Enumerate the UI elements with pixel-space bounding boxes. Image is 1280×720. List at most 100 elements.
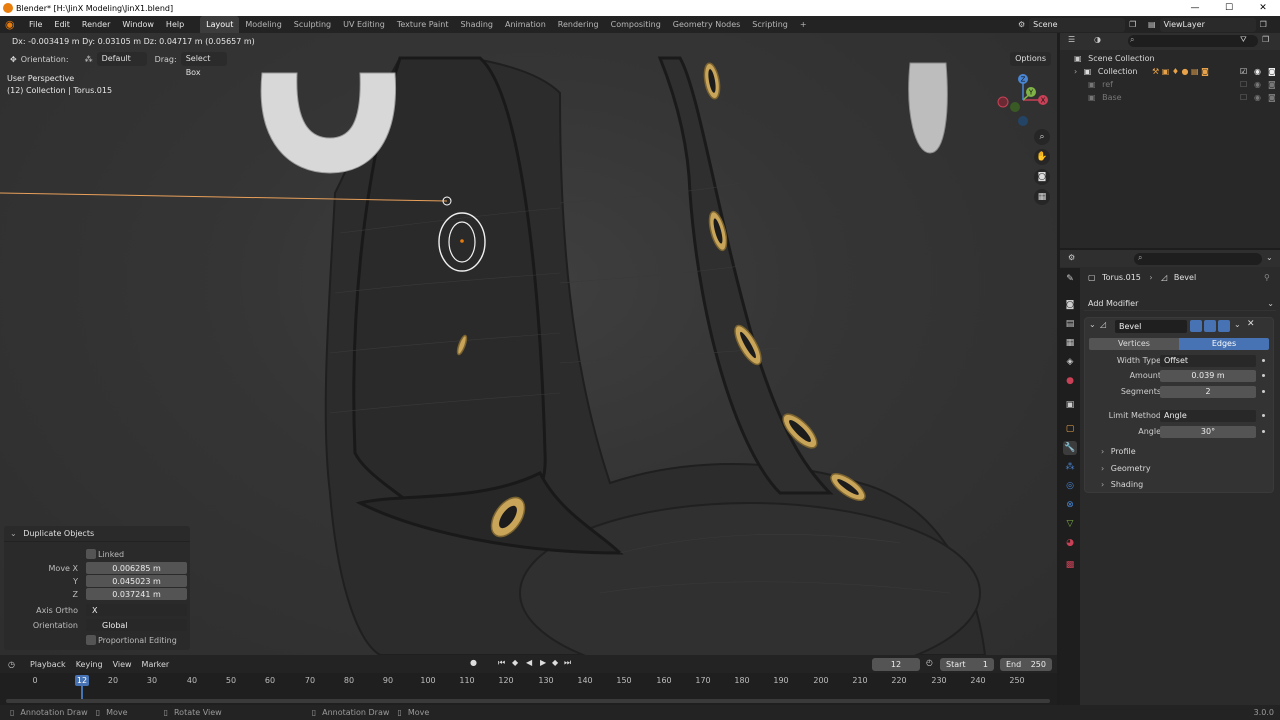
new-view-layer-icon[interactable]: ❐ <box>1260 20 1267 29</box>
grid-perspective-icon[interactable]: ▦ <box>1034 189 1050 205</box>
menu-help[interactable]: Help <box>160 16 190 33</box>
scene-selector[interactable]: ⚙ Scene ❐ <box>1018 17 1142 32</box>
visibility-eye-icon[interactable]: ◉ <box>1254 78 1261 91</box>
maximize-button[interactable]: ☐ <box>1212 0 1246 16</box>
axis-ortho-dropdown[interactable]: X <box>86 604 187 616</box>
prev-keyframe-icon[interactable]: ◆ <box>512 658 518 667</box>
navigation-gizmo[interactable]: X Y Z <box>995 71 1053 129</box>
keyframe-dot-icon[interactable] <box>1262 359 1265 362</box>
current-frame-field[interactable]: 12 <box>872 658 920 671</box>
scene-name[interactable]: Scene <box>1029 17 1126 32</box>
edit-mode-toggle-icon[interactable] <box>1190 320 1202 332</box>
timeline-editor-icon[interactable]: ◷ <box>8 660 15 669</box>
play-reverse-icon[interactable]: ◀ <box>526 658 532 667</box>
redo-panel-header[interactable]: ⌄ Duplicate Objects <box>4 526 190 542</box>
tab-sculpting[interactable]: Sculpting <box>288 16 337 33</box>
render-camera-icon[interactable]: ◙ <box>1268 78 1276 91</box>
collection-checkbox[interactable]: ☑ <box>1240 65 1247 78</box>
camera-icon[interactable]: ◙ <box>1034 169 1050 185</box>
menu-view[interactable]: View <box>108 660 137 669</box>
subpanel-profile[interactable]: › Profile <box>1101 447 1136 456</box>
affect-vertices-button[interactable]: Vertices <box>1089 338 1179 350</box>
linked-checkbox[interactable] <box>86 549 96 559</box>
particles-tab-icon[interactable]: ⁂ <box>1063 460 1077 474</box>
blender-menu-icon[interactable]: ◉ <box>5 18 17 31</box>
drag-dropdown[interactable]: Select Box <box>180 52 227 77</box>
add-modifier-dropdown[interactable]: Add Modifier ⌄ <box>1084 297 1276 311</box>
scene-collection-row[interactable]: ▣ Scene Collection <box>1074 52 1155 65</box>
modifier-name-input[interactable]: Bevel <box>1115 320 1187 333</box>
menu-playback[interactable]: Playback <box>25 660 71 669</box>
view-layer-name[interactable]: ViewLayer <box>1159 17 1256 32</box>
pin-icon[interactable]: ⚲ <box>1264 273 1270 282</box>
menu-render[interactable]: Render <box>76 16 116 33</box>
move-x-field[interactable]: 0.006285 m <box>86 562 187 574</box>
limit-method-dropdown[interactable]: Angle <box>1160 410 1256 422</box>
outliner-search-input[interactable] <box>1128 35 1258 47</box>
move-z-field[interactable]: 0.037241 m <box>86 588 187 600</box>
timeline-scrollbar[interactable] <box>6 699 1050 703</box>
tab-shading[interactable]: Shading <box>454 16 499 33</box>
pan-hand-icon[interactable]: ✋ <box>1034 149 1050 165</box>
angle-field[interactable]: 30° <box>1160 426 1256 438</box>
affect-edges-button[interactable]: Edges <box>1179 338 1269 350</box>
tab-geometry-nodes[interactable]: Geometry Nodes <box>667 16 746 33</box>
keyframe-dot-icon[interactable] <box>1262 374 1265 377</box>
jump-start-icon[interactable]: ⏮ <box>498 658 505 668</box>
play-icon[interactable]: ▶ <box>540 658 546 667</box>
collapse-chevron-icon[interactable]: ⌄ <box>1089 320 1096 329</box>
outliner-editor-icon[interactable]: ☰ <box>1068 35 1075 44</box>
orientation-dropdown[interactable]: Default <box>96 52 147 66</box>
tool-tab-icon[interactable]: ✎ <box>1063 272 1077 286</box>
menu-window[interactable]: Window <box>116 16 160 33</box>
minimize-button[interactable]: — <box>1178 0 1212 16</box>
close-window-button[interactable]: ✕ <box>1246 0 1280 16</box>
end-frame-field[interactable]: End 250 <box>1000 658 1052 671</box>
menu-keying[interactable]: Keying <box>71 660 108 669</box>
expand-arrow-icon[interactable]: › <box>1074 67 1077 76</box>
outliner-item-collection[interactable]: › ▣ Collection ⚒ ▣ ♦ ● ▤ ◙ ☑ ◉ ◙ <box>1074 65 1276 78</box>
physics-tab-icon[interactable]: ◎ <box>1063 479 1077 493</box>
properties-editor-icon[interactable]: ⚙ <box>1068 253 1075 262</box>
timeline[interactable]: 0 20 30 40 50 60 70 80 90 100 110 120 13… <box>0 673 1057 705</box>
tab-texture-paint[interactable]: Texture Paint <box>391 16 455 33</box>
tab-modeling[interactable]: Modeling <box>239 16 287 33</box>
menu-marker[interactable]: Marker <box>137 660 175 669</box>
new-scene-icon[interactable]: ❐ <box>1129 20 1136 29</box>
world-tab-icon[interactable]: ● <box>1063 374 1077 388</box>
menu-edit[interactable]: Edit <box>48 16 76 33</box>
amount-field[interactable]: 0.039 m <box>1160 370 1256 382</box>
render-camera-icon[interactable]: ◙ <box>1268 91 1276 104</box>
subpanel-geometry[interactable]: › Geometry <box>1101 464 1151 473</box>
keyframe-dot-icon[interactable] <box>1262 390 1265 393</box>
move-y-field[interactable]: 0.045023 m <box>86 575 187 587</box>
subpanel-shading[interactable]: › Shading <box>1101 480 1143 489</box>
new-collection-icon[interactable]: ❐ <box>1262 35 1269 44</box>
view-layer-selector[interactable]: ▤ ViewLayer ❐ <box>1148 17 1278 32</box>
add-workspace-button[interactable]: + <box>794 16 813 33</box>
view-layer-tab-icon[interactable]: ▦ <box>1063 336 1077 350</box>
proportional-editing-checkbox[interactable] <box>86 635 96 645</box>
visibility-eye-icon[interactable]: ◉ <box>1254 65 1261 78</box>
outliner-item-ref[interactable]: ▣ ref ☐ ◉ ◙ <box>1088 78 1276 91</box>
display-mode-icon[interactable]: ◑ <box>1094 35 1101 44</box>
material-tab-icon[interactable]: ◕ <box>1063 536 1077 550</box>
keyframe-dot-icon[interactable] <box>1262 430 1265 433</box>
constraints-tab-icon[interactable]: ⊗ <box>1063 498 1077 512</box>
collection-tab-icon[interactable]: ▣ <box>1063 398 1077 412</box>
next-keyframe-icon[interactable]: ◆ <box>552 658 558 667</box>
options-dropdown[interactable]: Options <box>1010 52 1051 66</box>
viewport-toggle-icon[interactable] <box>1204 320 1216 332</box>
start-frame-field[interactable]: Start 1 <box>940 658 994 671</box>
menu-file[interactable]: File <box>23 16 48 33</box>
texture-tab-icon[interactable]: ▩ <box>1063 558 1077 572</box>
tab-rendering[interactable]: Rendering <box>552 16 605 33</box>
orientation-dropdown[interactable]: Global <box>86 619 187 631</box>
ref-checkbox[interactable]: ☐ <box>1240 78 1247 91</box>
base-checkbox[interactable]: ☐ <box>1240 91 1247 104</box>
properties-search-input[interactable] <box>1134 253 1262 265</box>
tab-scripting[interactable]: Scripting <box>746 16 794 33</box>
width-type-dropdown[interactable]: Offset <box>1160 355 1256 367</box>
zoom-icon[interactable]: ⌕ <box>1034 129 1050 145</box>
object-tab-icon[interactable]: ▢ <box>1063 422 1077 436</box>
